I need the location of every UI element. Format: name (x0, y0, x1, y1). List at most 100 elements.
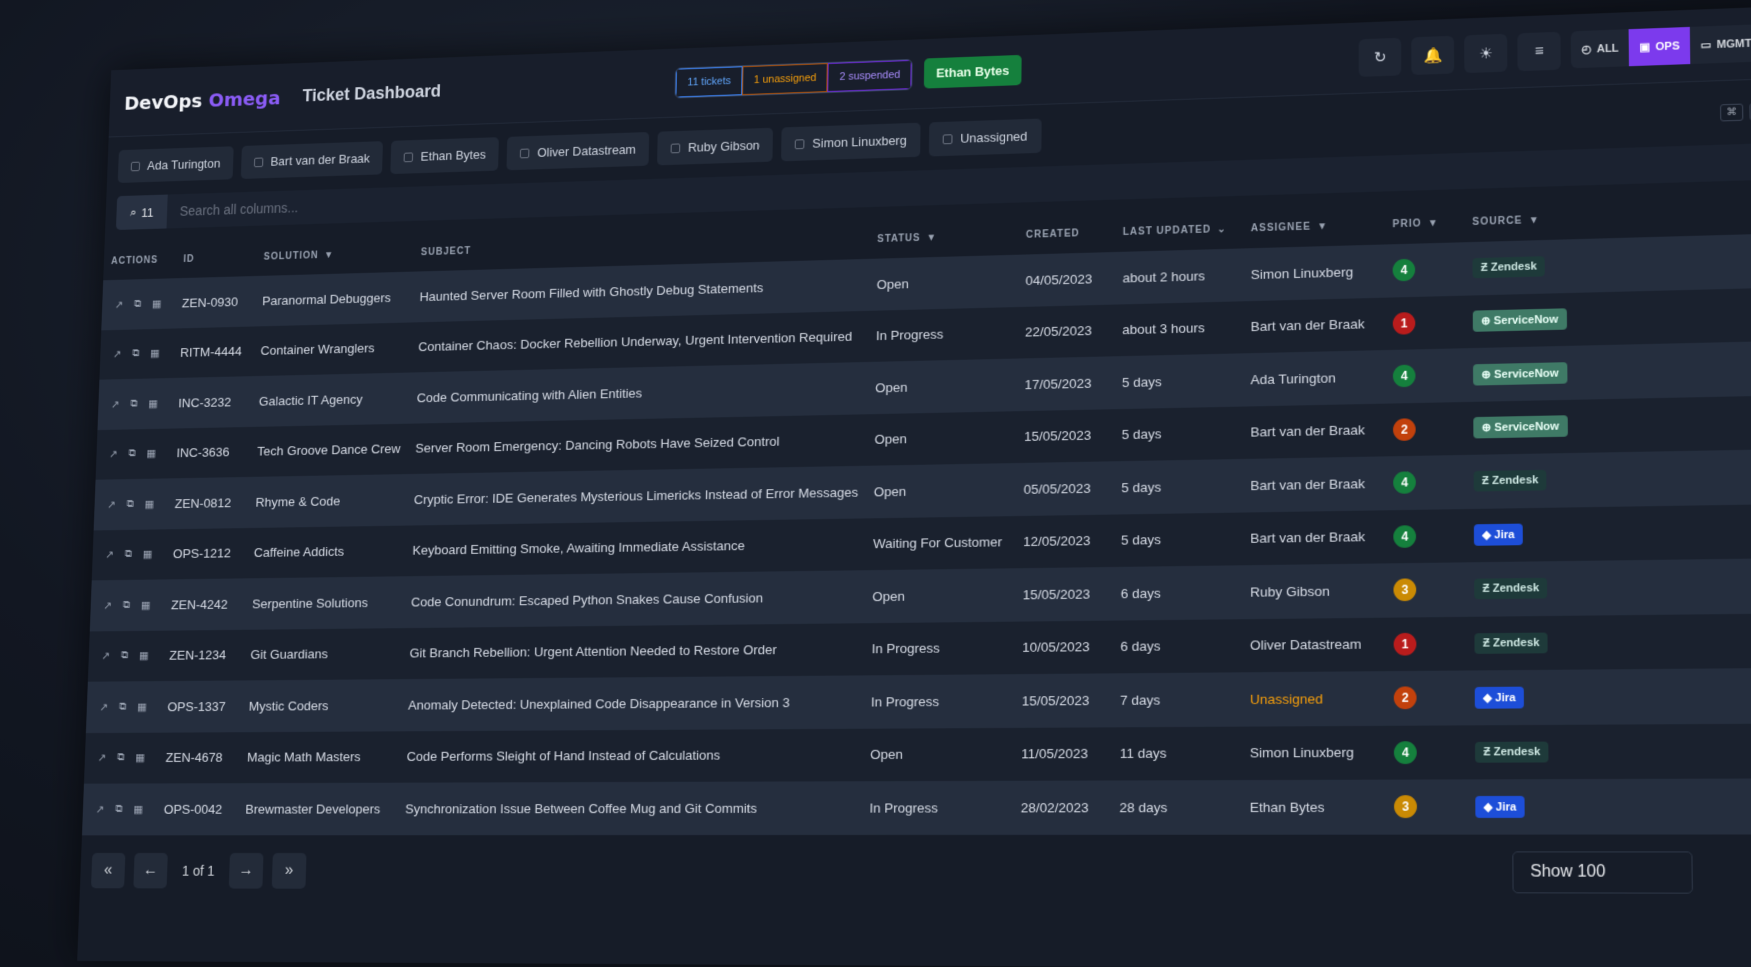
filter-chip-ada-turington[interactable]: Ada Turington (117, 146, 234, 184)
current-user-button[interactable]: Ethan Bytes (924, 54, 1022, 89)
theme-toggle-button[interactable]: ☀ (1464, 33, 1508, 73)
open-icon[interactable]: ↗ (97, 752, 106, 765)
calendar-icon[interactable]: ▦ (135, 752, 145, 764)
calendar-icon[interactable]: ▦ (150, 347, 160, 360)
column-solution[interactable]: SOLUTION ▼ (256, 232, 414, 276)
ticket-id[interactable]: INC-3232 (170, 376, 252, 428)
filter-icon[interactable]: ▼ (324, 250, 334, 261)
open-icon[interactable]: ↗ (111, 398, 120, 411)
mode-ops[interactable]: ▣ OPS (1628, 26, 1691, 67)
calendar-icon[interactable]: ▦ (144, 498, 154, 511)
last-updated-cell: 5 days (1121, 479, 1162, 496)
filter-icon[interactable]: ▼ (926, 232, 937, 243)
column-created[interactable]: CREATED (1018, 211, 1115, 254)
copy-icon[interactable]: ⧉ (125, 548, 133, 561)
menu-button[interactable]: ≡ (1517, 31, 1562, 71)
subject-cell[interactable]: Synchronization Issue Between Coffee Mug… (397, 781, 862, 834)
ticket-id[interactable]: INC-3636 (168, 426, 250, 478)
page-size-select[interactable]: Show 100 (1512, 850, 1693, 894)
filter-chip-bart-van-der-braak[interactable]: Bart van der Braak (240, 141, 384, 179)
copy-icon[interactable]: ⧉ (126, 498, 134, 511)
calendar-icon[interactable]: ▦ (139, 649, 149, 662)
calendar-icon[interactable]: ▦ (148, 397, 158, 410)
calendar-icon[interactable]: ▦ (137, 700, 147, 713)
subject-cell[interactable]: Git Branch Rebellion: Urgent Attention N… (401, 623, 864, 679)
calendar-icon[interactable]: ▦ (152, 297, 162, 310)
ticket-id[interactable]: OPS-1212 (165, 528, 248, 580)
filter-chip-unassigned[interactable]: Unassigned (928, 118, 1042, 157)
filter-icon[interactable]: ▼ (1317, 221, 1328, 232)
unassigned-count-badge[interactable]: 1 unassigned (742, 62, 829, 95)
ticket-id[interactable]: RITM-4444 (172, 326, 254, 378)
first-page-button[interactable]: « (90, 852, 126, 888)
column-last-updated-label: LAST UPDATED (1122, 224, 1212, 238)
ticket-id[interactable]: ZEN-4678 (157, 732, 240, 784)
ticket-id[interactable]: ZEN-4242 (163, 578, 246, 630)
copy-icon[interactable]: ⧉ (128, 448, 136, 461)
open-icon[interactable]: ↗ (105, 549, 114, 562)
calendar-icon[interactable]: ▦ (141, 599, 151, 612)
subject-cell[interactable]: Code Communicating with Alien Entities (409, 362, 868, 423)
filter-chip-ruby-gibson[interactable]: Ruby Gibson (657, 127, 774, 166)
sort-icon[interactable]: ⌄ (1217, 224, 1226, 235)
notifications-button[interactable]: 🔔 (1411, 35, 1455, 75)
copy-icon[interactable]: ⧉ (123, 599, 131, 612)
ticket-id[interactable]: ZEN-0930 (174, 276, 256, 328)
copy-icon[interactable]: ⧉ (134, 298, 142, 310)
last-page-button[interactable]: » (271, 852, 307, 889)
filter-chip-oliver-datastream[interactable]: Oliver Datastream (506, 131, 650, 171)
zendesk-icon: Ƶ (1483, 745, 1491, 759)
ticket-id[interactable]: OPS-0042 (156, 783, 239, 835)
copy-icon[interactable]: ⧉ (121, 650, 129, 663)
prev-page-button[interactable]: ← (133, 852, 168, 888)
calendar-icon[interactable]: ▦ (143, 548, 153, 561)
filter-chip-label: Ada Turington (146, 156, 221, 173)
subject-cell[interactable]: Anomaly Detected: Unexplained Code Disap… (400, 675, 863, 730)
open-icon[interactable]: ↗ (101, 650, 110, 663)
filter-icon[interactable]: ▼ (1529, 215, 1540, 226)
open-icon[interactable]: ↗ (115, 298, 124, 311)
subject-cell[interactable]: Code Conundrum: Escaped Python Snakes Ca… (403, 570, 865, 627)
calendar-icon[interactable]: ▦ (146, 447, 156, 460)
refresh-button[interactable]: ↻ (1358, 37, 1402, 77)
filter-chip-label: Oliver Datastream (537, 142, 636, 160)
ticket-id[interactable]: ZEN-0812 (167, 477, 249, 529)
table-row[interactable]: ↗ ⧉ ▦ OPS-0042 Brewmaster Developers Synchron… (81, 778, 1751, 835)
calendar-icon[interactable]: ▦ (133, 803, 143, 816)
open-icon[interactable]: ↗ (96, 803, 105, 816)
mode-all[interactable]: ◴ ALL (1571, 29, 1629, 68)
tickets-count-badge[interactable]: 11 tickets (675, 65, 743, 98)
open-icon[interactable]: ↗ (103, 599, 112, 612)
column-assignee[interactable]: ASSIGNEE ▼ (1243, 203, 1385, 248)
column-last-updated[interactable]: LAST UPDATED ⌄ (1115, 208, 1243, 252)
copy-icon[interactable]: ⧉ (130, 398, 138, 411)
column-prio[interactable]: PRIO ▼ (1384, 201, 1464, 244)
filter-chip-ethan-bytes[interactable]: Ethan Bytes (390, 137, 500, 175)
open-icon[interactable]: ↗ (107, 498, 116, 511)
open-icon[interactable]: ↗ (99, 701, 108, 714)
open-icon[interactable]: ↗ (109, 448, 118, 461)
open-icon[interactable]: ↗ (113, 348, 122, 361)
filter-icon[interactable]: ▼ (1428, 218, 1439, 229)
subject-cell[interactable]: Keyboard Emitting Smoke, Awaiting Immedi… (404, 518, 865, 576)
copy-icon[interactable]: ⧉ (115, 803, 123, 816)
ticket-id[interactable]: ZEN-1234 (161, 629, 244, 681)
subject-cell[interactable]: Server Room Emergency: Dancing Robots Ha… (407, 414, 867, 474)
prio-cell: 4 (1385, 455, 1466, 510)
next-page-button[interactable]: → (228, 852, 264, 889)
subject-cell[interactable]: Code Performs Sleight of Hand Instead of… (398, 728, 862, 782)
ticket-id[interactable]: OPS-1337 (159, 680, 242, 732)
actions-cell: ↗ ⧉ ▦ (97, 378, 171, 430)
filter-chip-simon-linuxberg[interactable]: Simon Linuxberg (781, 122, 921, 162)
mode-mgmt[interactable]: ▭ MGMT (1690, 24, 1751, 64)
copy-icon[interactable]: ⧉ (132, 348, 140, 361)
suspended-count-badge[interactable]: 2 suspended (827, 59, 913, 92)
subject-cell[interactable]: Cryptic Error: IDE Generates Mysterious … (406, 466, 867, 525)
servicenow-icon: ⊕ (1481, 315, 1491, 328)
priority-badge: 2 (1393, 417, 1416, 441)
copy-icon[interactable]: ⧉ (117, 752, 125, 765)
table-row[interactable]: ↗ ⧉ ▦ ZEN-4678 Magic Math Masters Code Perfor… (83, 723, 1751, 784)
column-id[interactable]: ID (176, 237, 257, 278)
column-status[interactable]: STATUS ▼ (869, 214, 1018, 259)
copy-icon[interactable]: ⧉ (119, 701, 127, 714)
